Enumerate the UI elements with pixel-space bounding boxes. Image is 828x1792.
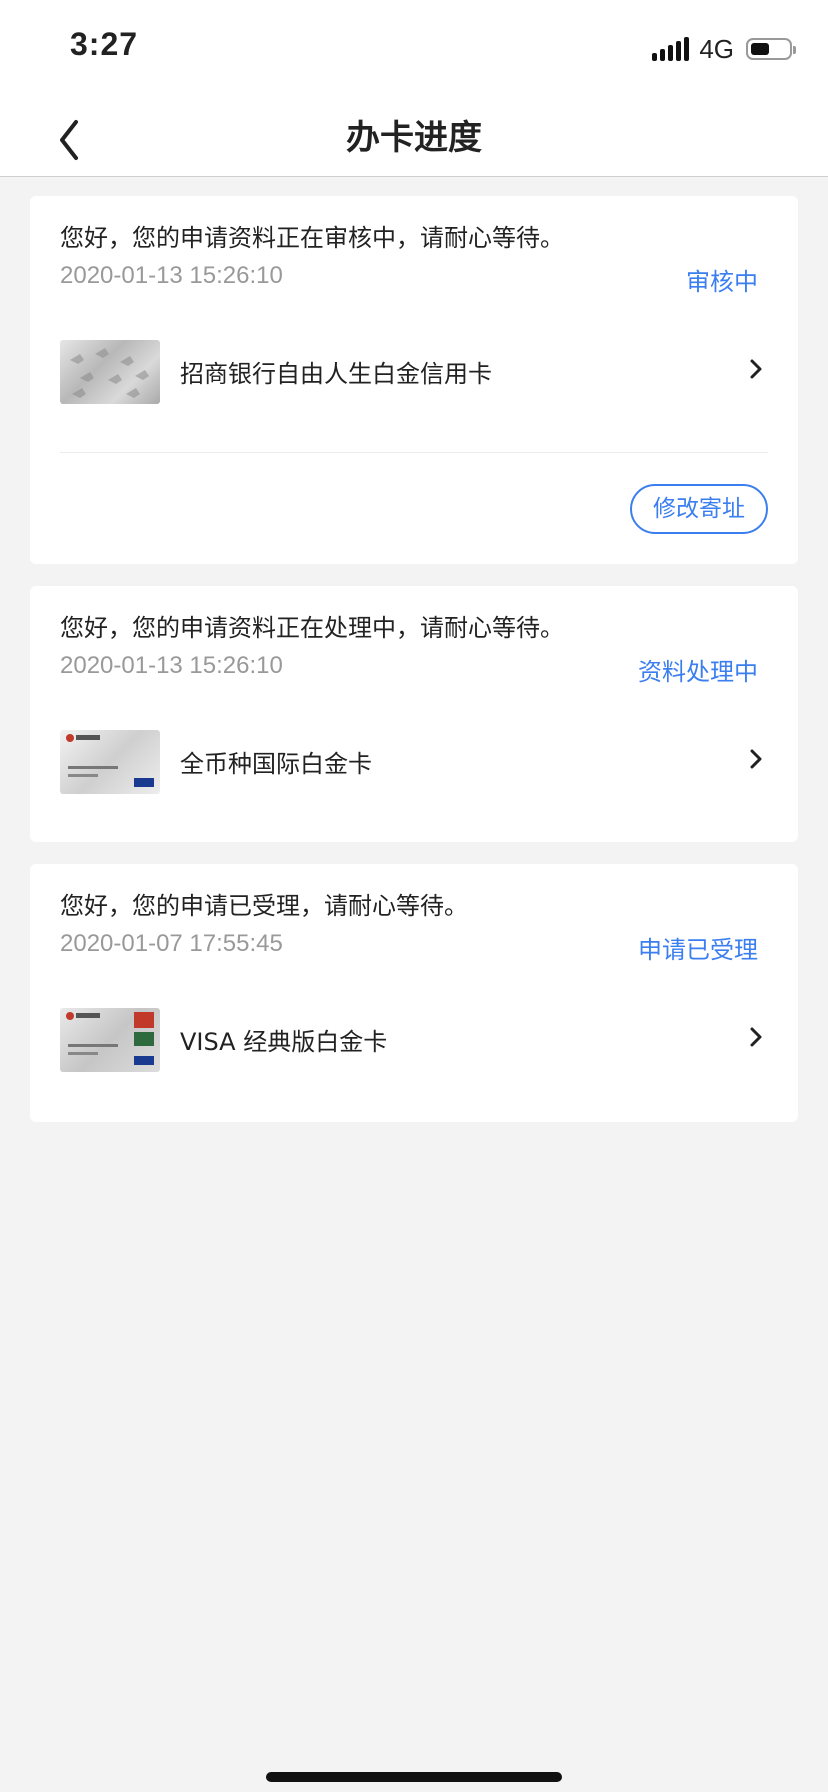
status-bar: 3:27 4G — [0, 0, 828, 96]
status-time: 3:27 — [70, 26, 139, 62]
application-timestamp: 2020-01-13 15:26:10 — [60, 652, 283, 679]
chevron-right-icon — [750, 359, 762, 379]
card-image — [60, 340, 160, 404]
modify-address-button[interactable]: 修改寄址 — [630, 484, 768, 534]
card-product-name: VISA 经典版白金卡 — [180, 1028, 388, 1056]
battery-icon — [746, 38, 796, 60]
application-status: 审核中 — [686, 268, 758, 296]
application-card: 您好，您的申请已受理，请耐心等待。 2020-01-07 17:55:45 申请… — [30, 864, 798, 1122]
signal-icon — [652, 37, 690, 61]
card-image — [60, 1008, 160, 1072]
status-indicators: 4G — [652, 33, 796, 64]
card-product-row[interactable]: 全币种国际白金卡 — [30, 720, 798, 800]
application-timestamp: 2020-01-07 17:55:45 — [60, 930, 283, 957]
card-product-row[interactable]: 招商银行自由人生白金信用卡 — [30, 330, 798, 410]
card-product-name: 招商银行自由人生白金信用卡 — [180, 360, 492, 388]
card-product-row[interactable]: VISA 经典版白金卡 — [30, 998, 798, 1078]
page-title: 办卡进度 — [346, 118, 482, 158]
application-message: 您好，您的申请已受理，请耐心等待。 — [60, 892, 468, 920]
application-status: 资料处理中 — [638, 658, 758, 686]
application-card: 您好，您的申请资料正在审核中，请耐心等待。 2020-01-13 15:26:1… — [30, 196, 798, 564]
nav-bar: 办卡进度 — [0, 96, 828, 177]
chevron-right-icon — [750, 749, 762, 769]
application-card: 您好，您的申请资料正在处理中，请耐心等待。 2020-01-13 15:26:1… — [30, 586, 798, 842]
application-status: 申请已受理 — [638, 936, 758, 964]
card-image — [60, 730, 160, 794]
divider — [60, 452, 768, 453]
network-type: 4G — [699, 33, 734, 64]
card-product-name: 全币种国际白金卡 — [180, 750, 372, 778]
home-indicator[interactable] — [266, 1772, 562, 1782]
application-message: 您好，您的申请资料正在审核中，请耐心等待。 — [60, 224, 564, 252]
chevron-right-icon — [750, 1027, 762, 1047]
application-timestamp: 2020-01-13 15:26:10 — [60, 262, 283, 289]
application-message: 您好，您的申请资料正在处理中，请耐心等待。 — [60, 614, 564, 642]
